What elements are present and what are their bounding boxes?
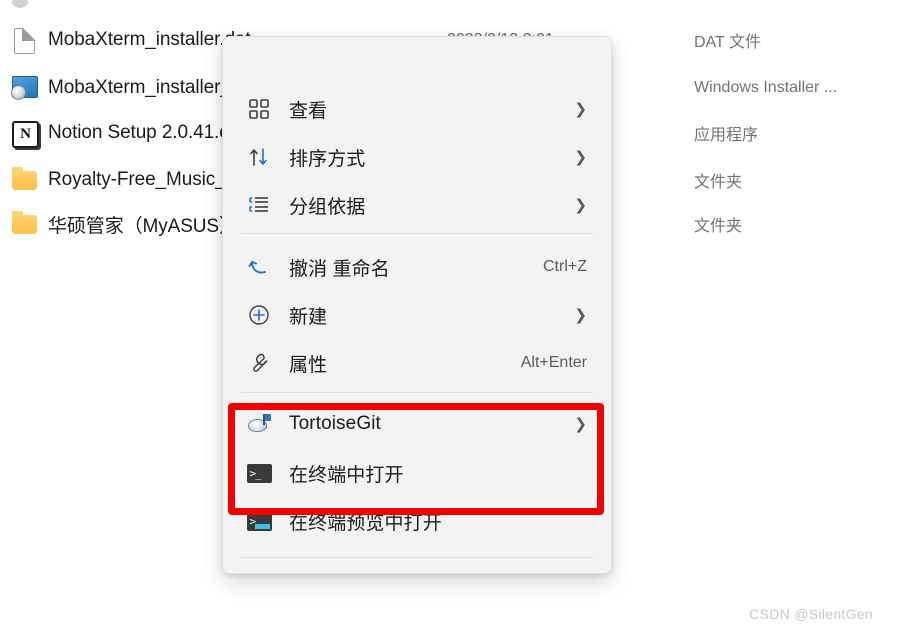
plus-circle-icon bbox=[245, 304, 273, 326]
chevron-right-icon: ❯ bbox=[574, 415, 587, 433]
menu-separator bbox=[241, 557, 593, 558]
menu-item-label: 分组依据 bbox=[289, 196, 366, 218]
file-name: Royalty-Free_Music_f bbox=[48, 169, 231, 190]
sort-arrows-icon bbox=[245, 146, 273, 168]
menu-item-view[interactable]: 查看 ❯ bbox=[223, 85, 611, 133]
menu-item-accelerator: Alt+Enter bbox=[520, 354, 587, 371]
file-type: 文件夹 bbox=[694, 218, 743, 235]
menu-separator bbox=[241, 233, 593, 234]
file-type: DAT 文件 bbox=[694, 34, 761, 51]
file-name: 华硕管家（MyASUS） bbox=[48, 215, 238, 237]
folder-icon bbox=[12, 167, 37, 192]
menu-item-label: 新建 bbox=[289, 306, 328, 328]
grid-view-icon bbox=[245, 98, 273, 120]
menu-item-label: 在终端预览中打开 bbox=[289, 512, 442, 534]
file-name: MobaXterm_installer_ bbox=[48, 77, 231, 98]
menu-item-label: 排序方式 bbox=[289, 148, 366, 170]
group-by-icon bbox=[245, 194, 273, 216]
menu-item-tortoisegit[interactable]: TortoiseGit ❯ bbox=[223, 400, 611, 448]
menu-item-open-in-terminal-preview[interactable]: >_ 在终端预览中打开 bbox=[223, 497, 611, 545]
partial-icon bbox=[12, 0, 36, 20]
menu-item-undo-rename[interactable]: 撤消 重命名 Ctrl+Z bbox=[223, 243, 611, 291]
undo-icon bbox=[245, 256, 273, 278]
menu-item-show-more-options[interactable]: 显示更多选项 Shift+F10 bbox=[223, 560, 611, 574]
chevron-right-icon: ❯ bbox=[574, 196, 587, 214]
wrench-icon bbox=[245, 352, 273, 374]
chevron-right-icon: ❯ bbox=[574, 148, 587, 166]
context-menu: 查看 ❯ 排序方式 ❯ 分组依据 ❯ 撤消 重命名 Ctrl+Z 新建 ❯ 属性… bbox=[222, 36, 612, 574]
file-name: MobaXterm_installer.dat bbox=[48, 29, 251, 50]
terminal-icon: >_ bbox=[245, 463, 273, 483]
tortoisegit-icon bbox=[245, 414, 273, 434]
menu-item-properties[interactable]: 属性 Alt+Enter bbox=[223, 339, 611, 387]
file-type: 文件夹 bbox=[694, 174, 743, 191]
chevron-right-icon: ❯ bbox=[574, 306, 587, 324]
menu-item-label: 撤消 重命名 bbox=[289, 258, 390, 280]
menu-separator bbox=[241, 392, 593, 393]
terminal-preview-icon: >_ bbox=[245, 511, 273, 531]
document-icon bbox=[12, 27, 36, 54]
menu-item-open-in-terminal[interactable]: >_ 在终端中打开 bbox=[223, 449, 611, 497]
msi-installer-icon bbox=[11, 76, 38, 100]
menu-item-accelerator: Ctrl+Z bbox=[543, 258, 587, 275]
file-type: Windows Installer ... bbox=[694, 79, 838, 96]
file-name: Notion Setup 2.0.41.e bbox=[48, 122, 230, 143]
menu-item-label: 查看 bbox=[289, 100, 328, 122]
menu-item-label: 在终端中打开 bbox=[289, 464, 404, 486]
notion-app-icon: N bbox=[12, 121, 39, 148]
chevron-right-icon: ❯ bbox=[574, 100, 587, 118]
menu-item-sort-by[interactable]: 排序方式 ❯ bbox=[223, 133, 611, 181]
menu-item-new[interactable]: 新建 ❯ bbox=[223, 291, 611, 339]
folder-icon bbox=[12, 211, 37, 236]
menu-item-group-by[interactable]: 分组依据 ❯ bbox=[223, 181, 611, 229]
show-more-icon bbox=[245, 573, 273, 574]
menu-item-label: 显示更多选项 bbox=[289, 571, 518, 574]
menu-item-label: 属性 bbox=[289, 354, 328, 376]
file-type: 应用程序 bbox=[694, 127, 759, 144]
menu-item-label: TortoiseGit bbox=[289, 413, 381, 434]
watermark: CSDN @SilentGen bbox=[749, 606, 873, 622]
